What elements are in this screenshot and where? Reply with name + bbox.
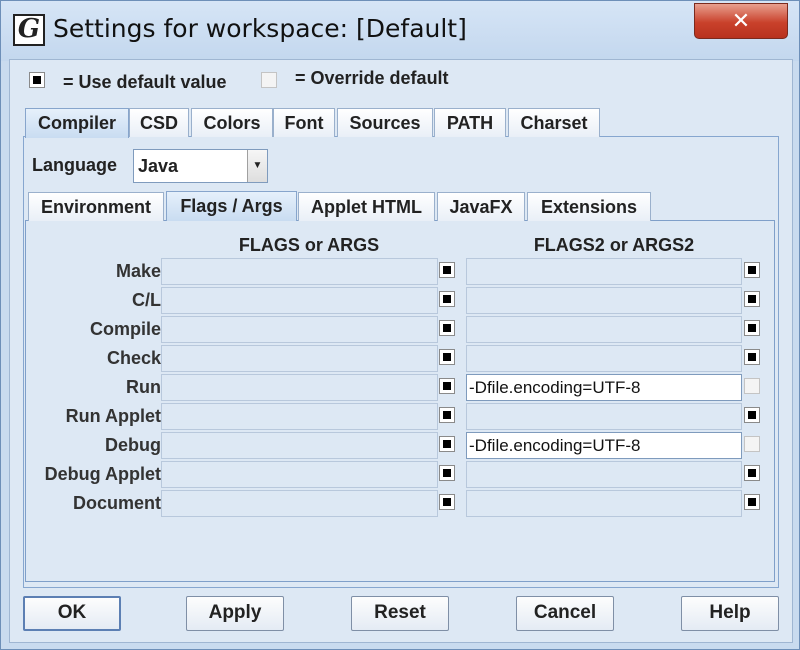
- tab-charset[interactable]: Charset: [508, 108, 600, 137]
- flags2-field-check[interactable]: [466, 345, 742, 372]
- flags-default-checkbox-c-l[interactable]: [439, 291, 455, 307]
- tab-font[interactable]: Font: [273, 108, 335, 137]
- flags-field-c-l[interactable]: [161, 287, 438, 314]
- row-label-document: Document: [72, 493, 161, 513]
- flags2-field-make[interactable]: [466, 258, 742, 285]
- column-header-flags2: FLAGS2 or ARGS2: [533, 235, 695, 255]
- title-bar[interactable]: G Settings for workspace: [Default] ✕: [1, 1, 799, 61]
- app-g-icon: G: [13, 14, 45, 46]
- flags-default-checkbox-document[interactable]: [439, 494, 455, 510]
- flags2-default-checkbox-compile[interactable]: [744, 320, 760, 336]
- row-label-debug-applet: Debug Applet: [44, 464, 161, 484]
- row-label-debug: Debug: [105, 435, 161, 455]
- language-select[interactable]: Java ▼: [133, 149, 268, 183]
- flags2-field-c-l[interactable]: [466, 287, 742, 314]
- flags2-field-run[interactable]: -Dfile.encoding=UTF-8: [466, 374, 742, 401]
- apply-button[interactable]: Apply: [186, 596, 284, 631]
- flags-field-check[interactable]: [161, 345, 438, 372]
- flags2-default-checkbox-run-applet[interactable]: [744, 407, 760, 423]
- flags-default-checkbox-debug[interactable]: [439, 436, 455, 452]
- flags-field-compile[interactable]: [161, 316, 438, 343]
- language-label: Language: [32, 155, 118, 175]
- subtab-flags-args[interactable]: Flags / Args: [166, 191, 297, 221]
- legend-default-checkbox-icon: [29, 72, 45, 88]
- legend-override-checkbox-icon: [261, 72, 277, 88]
- reset-button[interactable]: Reset: [351, 596, 449, 631]
- flags2-default-checkbox-debug[interactable]: [744, 436, 760, 452]
- flags2-default-checkbox-debug-applet[interactable]: [744, 465, 760, 481]
- flags2-default-checkbox-check[interactable]: [744, 349, 760, 365]
- flags2-default-checkbox-run[interactable]: [744, 378, 760, 394]
- flags-default-checkbox-run[interactable]: [439, 378, 455, 394]
- row-label-check: Check: [106, 348, 161, 368]
- flags-default-checkbox-check[interactable]: [439, 349, 455, 365]
- subtab-environment[interactable]: Environment: [28, 192, 164, 221]
- flags-field-run-applet[interactable]: [161, 403, 438, 430]
- flags2-field-run-applet[interactable]: [466, 403, 742, 430]
- tab-colors[interactable]: Colors: [191, 108, 273, 137]
- row-label-make: Make: [115, 261, 161, 281]
- flags2-default-checkbox-c-l[interactable]: [744, 291, 760, 307]
- legend-default-label: = Use default value: [63, 72, 227, 92]
- subtab-extensions[interactable]: Extensions: [527, 192, 651, 221]
- tab-sources[interactable]: Sources: [337, 108, 433, 137]
- flags-field-run[interactable]: [161, 374, 438, 401]
- window-title: Settings for workspace: [Default]: [53, 14, 467, 43]
- flags-default-checkbox-run-applet[interactable]: [439, 407, 455, 423]
- flags-default-checkbox-debug-applet[interactable]: [439, 465, 455, 481]
- help-button[interactable]: Help: [681, 596, 779, 631]
- flags-default-checkbox-compile[interactable]: [439, 320, 455, 336]
- chevron-down-icon[interactable]: ▼: [247, 150, 267, 182]
- close-icon[interactable]: ✕: [694, 3, 788, 39]
- flags-field-document[interactable]: [161, 490, 438, 517]
- flags2-default-checkbox-document[interactable]: [744, 494, 760, 510]
- subtab-javafx[interactable]: JavaFX: [437, 192, 525, 221]
- row-label-compile: Compile: [89, 319, 161, 339]
- settings-dialog: G Settings for workspace: [Default] ✕ = …: [0, 0, 800, 650]
- flags2-field-debug[interactable]: -Dfile.encoding=UTF-8: [466, 432, 742, 459]
- flags2-field-document[interactable]: [466, 490, 742, 517]
- row-label-run: Run: [126, 377, 161, 397]
- tab-path[interactable]: PATH: [434, 108, 506, 137]
- flags-field-debug-applet[interactable]: [161, 461, 438, 488]
- column-header-flags: FLAGS or ARGS: [238, 235, 380, 255]
- cancel-button[interactable]: Cancel: [516, 596, 614, 631]
- legend-override-label: = Override default: [295, 68, 449, 88]
- language-value: Java: [138, 156, 179, 176]
- tab-csd[interactable]: CSD: [129, 108, 189, 137]
- flags-field-make[interactable]: [161, 258, 438, 285]
- row-label-run-applet: Run Applet: [65, 406, 161, 426]
- subtab-applet-html[interactable]: Applet HTML: [298, 192, 435, 221]
- flags2-field-debug-applet[interactable]: [466, 461, 742, 488]
- flags-field-debug[interactable]: [161, 432, 438, 459]
- flags-default-checkbox-make[interactable]: [439, 262, 455, 278]
- row-label-c-l: C/L: [132, 290, 161, 310]
- ok-button[interactable]: OK: [23, 596, 121, 631]
- tab-compiler[interactable]: Compiler: [25, 108, 129, 138]
- flags2-field-compile[interactable]: [466, 316, 742, 343]
- flags2-default-checkbox-make[interactable]: [744, 262, 760, 278]
